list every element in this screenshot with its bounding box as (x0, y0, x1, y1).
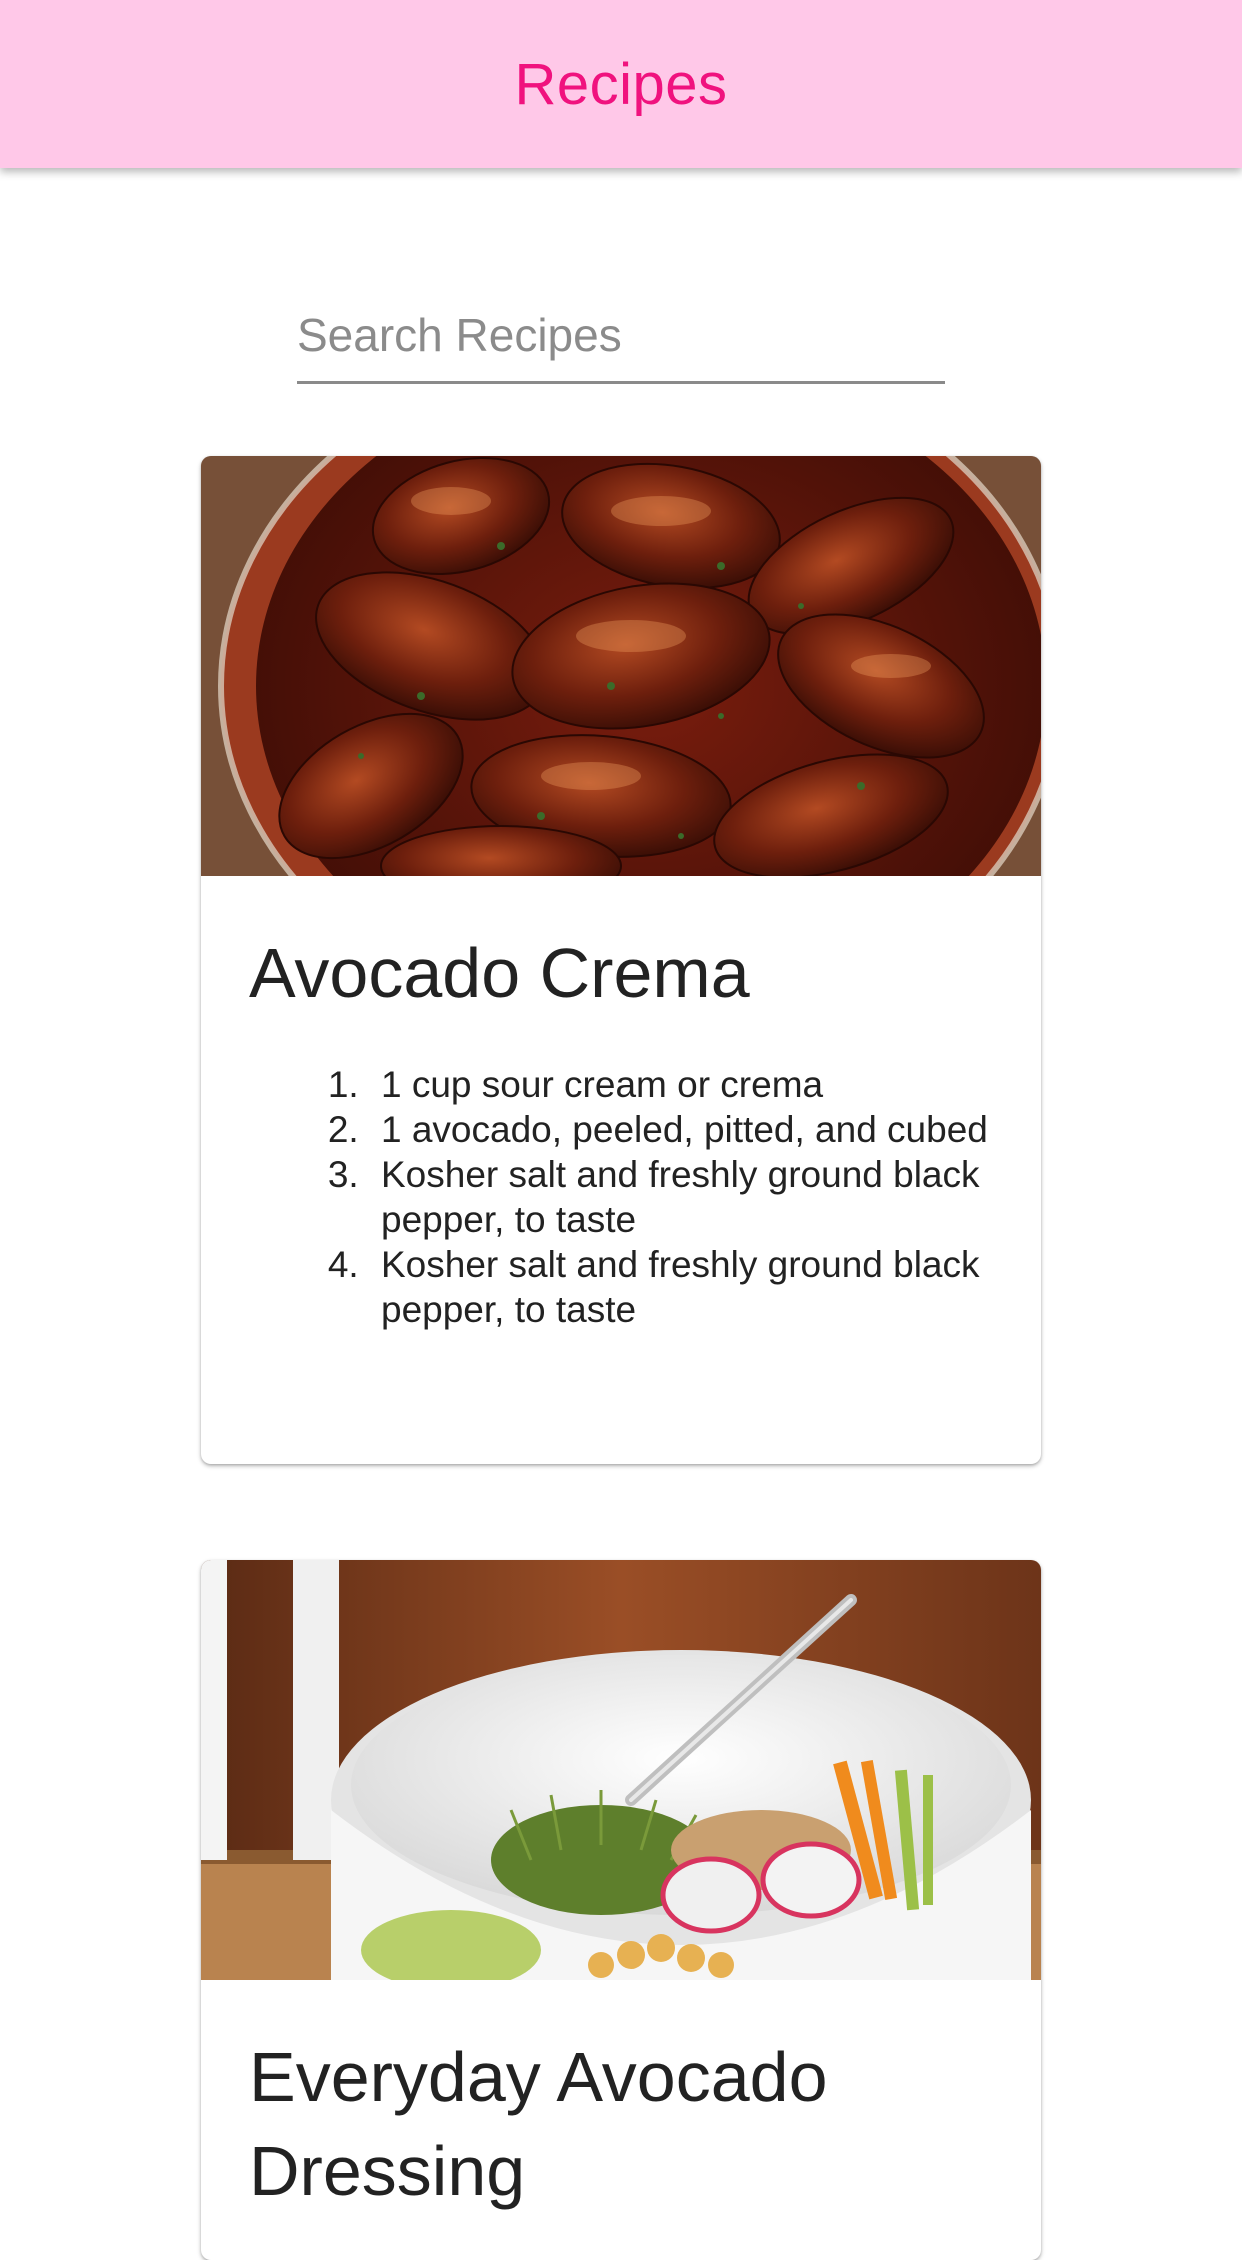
ingredient-item: 1 cup sour cream or crema (369, 1062, 993, 1107)
recipe-card[interactable]: Avocado Crema 1 cup sour cream or crema … (201, 456, 1041, 1464)
recipe-card-body: Avocado Crema 1 cup sour cream or crema … (201, 876, 1041, 1380)
app-title: Recipes (514, 51, 728, 117)
recipe-title: Avocado Crema (249, 934, 750, 1012)
recipe-title: Everyday Avocado Dressing (249, 2038, 828, 2210)
recipe-image (201, 1560, 1041, 1980)
ingredient-item: 1 avocado, peeled, pitted, and cubed (369, 1107, 993, 1152)
ingredient-item: Kosher salt and freshly ground black pep… (369, 1152, 993, 1242)
grain-bowl-image (201, 1560, 1041, 1980)
recipe-image (201, 456, 1041, 876)
ingredient-list: 1 cup sour cream or crema 1 avocado, pee… (249, 1062, 993, 1332)
chicken-wings-image (201, 456, 1041, 876)
recipe-card[interactable]: Everyday Avocado Dressing (201, 1560, 1041, 2260)
app-bar: Recipes (0, 0, 1242, 168)
search-field[interactable] (297, 300, 945, 384)
search-input[interactable] (297, 300, 945, 381)
recipe-card-body: Everyday Avocado Dressing (201, 1980, 1041, 2260)
ingredient-item: Kosher salt and freshly ground black pep… (369, 1242, 993, 1332)
